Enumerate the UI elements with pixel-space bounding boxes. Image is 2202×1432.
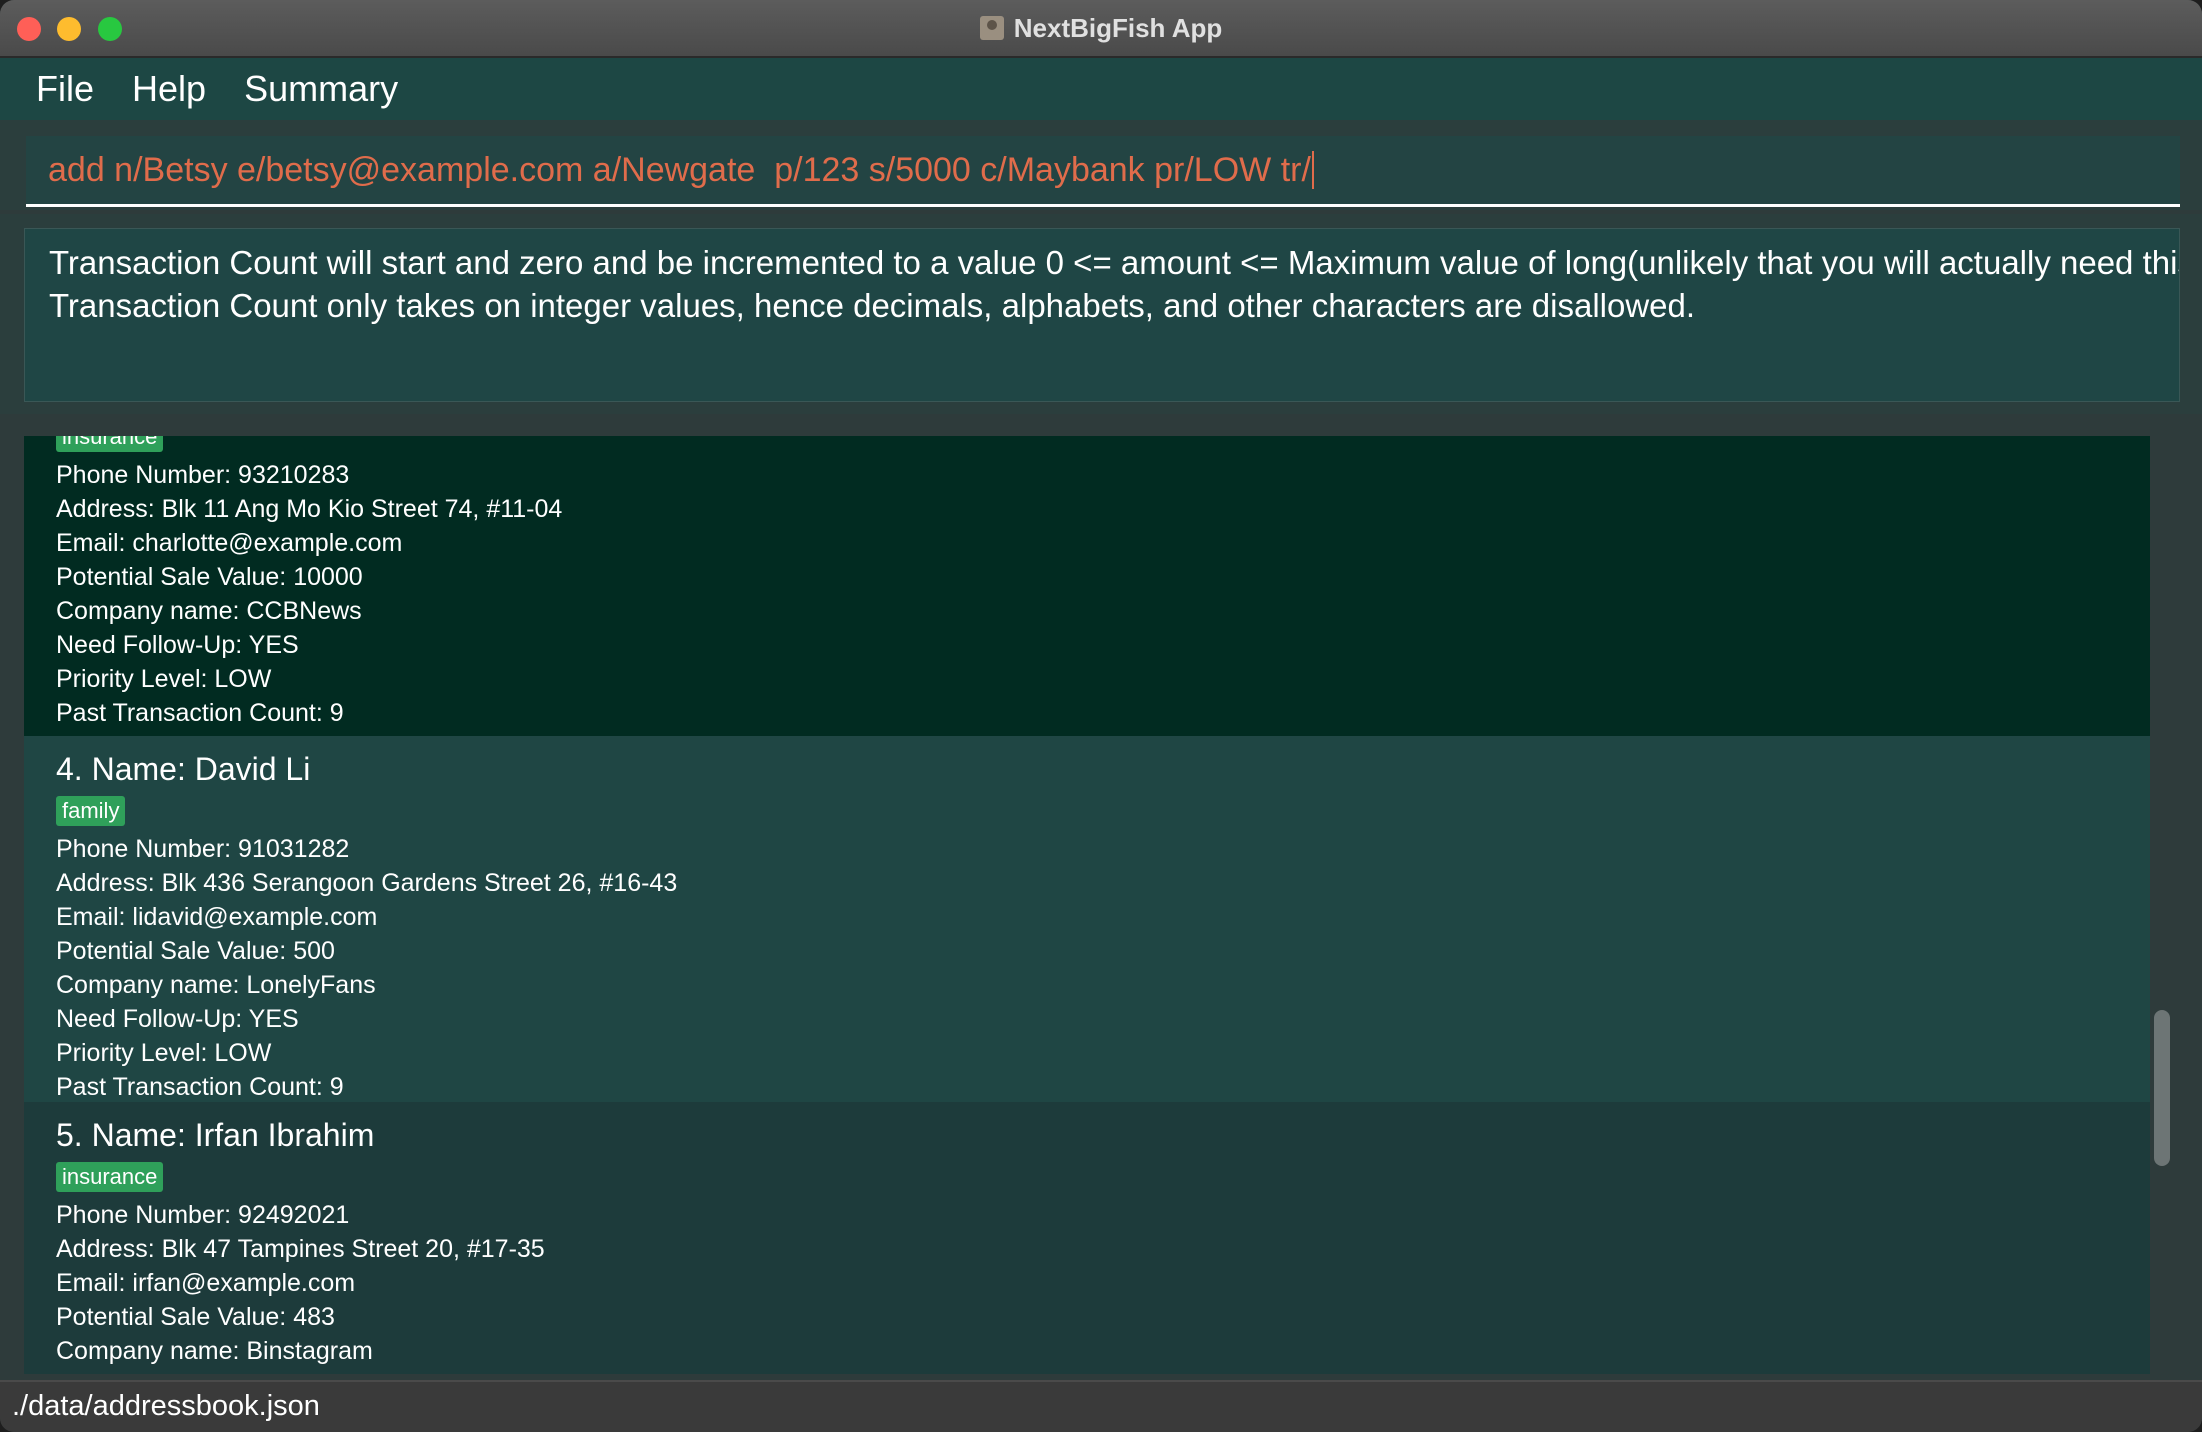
window-title: NextBigFish App [1013,12,1223,43]
person-transaction-count: Past Transaction Count: 9 [56,699,344,727]
command-input[interactable]: add n/Betsy e/betsy@example.com a/Newgat… [26,136,2180,207]
result-display: Transaction Count will start and zero an… [24,228,2180,402]
tag-badge: insurance [56,436,164,452]
result-area: Transaction Count will start and zero an… [0,214,2202,414]
menu-file[interactable]: File [36,68,94,110]
status-bar: ./data/addressbook.json [0,1380,2202,1432]
person-company: Company name: Binstagram [56,1337,373,1365]
person-sale-value: Potential Sale Value: 10000 [56,563,363,591]
menu-summary[interactable]: Summary [244,68,398,110]
person-company: Company name: LonelyFans [56,971,376,999]
result-line: Transaction Count will start and zero an… [49,244,2180,281]
command-area: add n/Betsy e/betsy@example.com a/Newgat… [0,120,2202,210]
person-name: 4. Name: David Li [56,751,311,787]
command-input-text: add n/Betsy e/betsy@example.com a/Newgat… [48,150,1311,189]
person-email: Email: irfan@example.com [56,1269,356,1297]
app-window: NextBigFish App File Help Summary add n/… [0,0,2202,1432]
menu-bar: File Help Summary [0,58,2202,120]
person-address: Address: Blk 11 Ang Mo Kio Street 74, #1… [56,495,563,523]
person-address: Address: Blk 436 Serangoon Gardens Stree… [56,869,678,897]
person-email: Email: lidavid@example.com [56,903,378,931]
person-phone: Phone Number: 91031282 [56,835,350,863]
person-email: Email: charlotte@example.com [56,529,403,557]
person-name: 5. Name: Irfan Ibrahim [56,1117,375,1153]
person-follow-up: Need Follow-Up: YES [56,1005,299,1033]
text-caret [1311,151,1314,189]
person-list[interactable]: insurance Phone Number: 93210283 Address… [24,436,2150,1374]
person-follow-up: Need Follow-Up: YES [56,631,299,659]
app-icon [979,16,1004,40]
menu-help[interactable]: Help [132,68,206,110]
person-card[interactable]: insurance Phone Number: 93210283 Address… [24,436,2150,736]
title-bar: NextBigFish App [0,0,2202,58]
status-file-path: ./data/addressbook.json [12,1390,320,1422]
person-priority: Priority Level: LOW [56,1039,272,1067]
person-transaction-count: Past Transaction Count: 9 [56,1073,344,1101]
person-company: Company name: CCBNews [56,597,362,625]
tag-badge: insurance [56,1162,164,1192]
person-phone: Phone Number: 93210283 [56,461,350,489]
person-card[interactable]: 4. Name: David Li family Phone Number: 9… [24,736,2150,1102]
person-address: Address: Blk 47 Tampines Street 20, #17-… [56,1235,545,1263]
list-scrollbar[interactable] [2154,1010,2170,1166]
result-line: Transaction Count only takes on integer … [49,287,1696,324]
person-list-area: insurance Phone Number: 93210283 Address… [0,418,2202,1378]
person-priority: Priority Level: LOW [56,665,272,693]
person-card[interactable]: 5. Name: Irfan Ibrahim insurance Phone N… [24,1102,2150,1374]
window-title-group: NextBigFish App [0,0,2202,56]
person-sale-value: Potential Sale Value: 483 [56,1303,335,1331]
person-phone: Phone Number: 92492021 [56,1201,350,1229]
person-sale-value: Potential Sale Value: 500 [56,937,335,965]
tag-badge: family [56,796,126,826]
